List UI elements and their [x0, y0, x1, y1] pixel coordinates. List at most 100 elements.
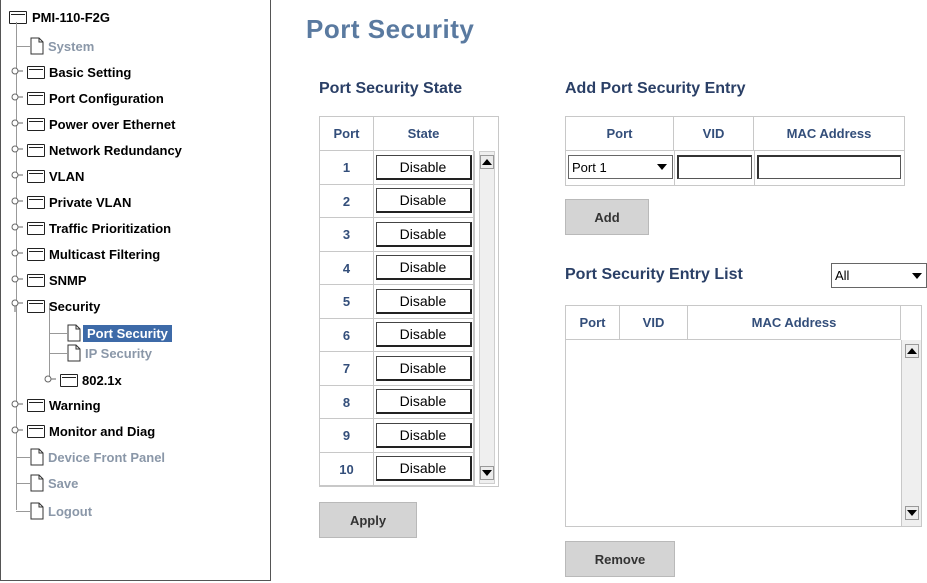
port-state-select[interactable]: Disable — [375, 221, 472, 247]
expand-icon[interactable] — [11, 221, 25, 236]
table-row: 10 Disable — [320, 452, 474, 486]
sidebar-item-monitor-and-diag[interactable]: Monitor and Diag — [11, 421, 155, 441]
expand-icon[interactable] — [11, 273, 25, 288]
expand-icon[interactable] — [11, 424, 25, 439]
expand-icon[interactable] — [11, 143, 25, 158]
chevron-down-icon[interactable] — [652, 156, 672, 178]
add-col-vid-header: VID — [674, 117, 754, 151]
port-state-select[interactable]: Disable — [375, 154, 472, 180]
sidebar-item-label: Multicast Filtering — [49, 246, 161, 262]
expand-icon[interactable] — [11, 117, 25, 132]
sidebar-item-label: Save — [48, 475, 79, 491]
sidebar-item-ip-security[interactable]: IP Security — [49, 343, 152, 363]
expand-icon[interactable] — [11, 91, 25, 106]
sidebar-item-basic-setting[interactable]: Basic Setting — [11, 62, 131, 82]
sidebar-item-security[interactable]: Security — [11, 296, 100, 316]
remove-button[interactable]: Remove — [565, 541, 675, 577]
expand-icon[interactable] — [11, 169, 25, 184]
table-row: 3 Disable — [320, 218, 474, 252]
collapse-icon[interactable] — [11, 298, 25, 315]
folder-icon — [27, 91, 45, 105]
sidebar-item-label: Private VLAN — [49, 194, 132, 210]
state-scrollbar[interactable] — [474, 151, 498, 486]
page-icon — [30, 448, 44, 466]
port-state-select[interactable]: Disable — [375, 288, 472, 314]
scroll-down-icon[interactable] — [905, 506, 919, 520]
table-row: 1 Disable — [320, 151, 474, 185]
port-select[interactable]: Port 1 — [568, 155, 673, 179]
port-number: 4 — [320, 251, 374, 285]
table-row: 7 Disable — [320, 352, 474, 386]
port-number: 8 — [320, 385, 374, 419]
col-port-header: Port — [320, 117, 374, 151]
port-state-select[interactable]: Disable — [375, 422, 472, 448]
add-button[interactable]: Add — [565, 199, 649, 235]
page-icon — [30, 502, 44, 520]
scroll-up-icon[interactable] — [480, 155, 494, 169]
sidebar-item-multicast-filtering[interactable]: Multicast Filtering — [11, 244, 160, 264]
port-state-select[interactable]: Disable — [375, 188, 472, 214]
sidebar-item-802-1x[interactable]: 802.1x — [44, 370, 122, 390]
col-state-header: State — [374, 117, 474, 151]
expand-icon[interactable] — [11, 65, 25, 80]
sidebar-item-logout[interactable]: Logout — [16, 501, 92, 521]
mac-address-input[interactable] — [757, 155, 901, 179]
port-state-select[interactable]: Disable — [375, 255, 472, 281]
entry-list-scrollbar[interactable] — [901, 340, 921, 526]
sidebar-item-label: IP Security — [85, 345, 152, 361]
sidebar-item-private-vlan[interactable]: Private VLAN — [11, 192, 131, 212]
folder-icon — [27, 299, 45, 313]
expand-icon[interactable] — [11, 247, 25, 262]
sidebar-item-vlan[interactable]: VLAN — [11, 166, 84, 186]
apply-button[interactable]: Apply — [319, 502, 417, 538]
port-number: 3 — [320, 218, 374, 252]
sidebar-item-label: Basic Setting — [49, 64, 132, 80]
sidebar-item-traffic-prioritization[interactable]: Traffic Prioritization — [11, 218, 171, 238]
state-scrollbar-track[interactable] — [479, 151, 495, 484]
add-entry-heading: Add Port Security Entry — [565, 80, 746, 97]
table-row: 9 Disable — [320, 419, 474, 453]
port-state-table: Port State 1 Disable 2 Disable 3 Disable 4 Disa… — [319, 116, 499, 487]
entry-filter-select[interactable]: All — [831, 263, 927, 288]
sidebar-item-label: SNMP — [49, 272, 87, 288]
entry-list-body[interactable] — [566, 340, 901, 526]
page-icon — [30, 474, 44, 492]
port-number: 2 — [320, 184, 374, 218]
tree-root[interactable]: PMI-110-F2G — [9, 7, 110, 27]
sidebar-item-port-security[interactable]: Port Security — [49, 323, 172, 343]
folder-icon — [27, 195, 45, 209]
sidebar-item-label: Logout — [48, 503, 93, 519]
sidebar-item-warning[interactable]: Warning — [11, 395, 101, 415]
folder-icon — [27, 398, 45, 412]
scroll-up-icon[interactable] — [905, 344, 919, 358]
folder-icon — [27, 65, 45, 79]
navigation-tree: PMI-110-F2G System Basic Setting Port Confi… — [0, 0, 271, 581]
table-row: 4 Disable — [320, 251, 474, 285]
port-state-select[interactable]: Disable — [375, 322, 472, 348]
list-col-mac-header: MAC Address — [688, 306, 901, 340]
table-row: 5 Disable — [320, 285, 474, 319]
sidebar-item-network-redundancy[interactable]: Network Redundancy — [11, 140, 182, 160]
port-security-state-heading: Port Security State — [319, 80, 463, 97]
sidebar-item-label: Device Front Panel — [48, 449, 166, 465]
sidebar-item-power-over-ethernet[interactable]: Power over Ethernet — [11, 114, 175, 134]
vid-input[interactable] — [677, 155, 752, 179]
folder-icon — [27, 221, 45, 235]
expand-icon[interactable] — [44, 373, 58, 388]
sidebar-item-snmp[interactable]: SNMP — [11, 270, 87, 290]
port-state-select[interactable]: Disable — [375, 456, 472, 482]
chevron-down-icon[interactable] — [908, 264, 926, 287]
page-icon — [30, 37, 44, 55]
sidebar-item-label: VLAN — [49, 168, 85, 184]
page-title: Port Security — [306, 14, 475, 44]
expand-icon[interactable] — [11, 398, 25, 413]
sidebar-item-device-front-panel[interactable]: Device Front Panel — [16, 447, 165, 467]
sidebar-item-save[interactable]: Save — [16, 473, 78, 493]
expand-icon[interactable] — [11, 195, 25, 210]
sidebar-item-port-configuration[interactable]: Port Configuration — [11, 88, 164, 108]
scroll-down-icon[interactable] — [480, 466, 494, 480]
port-state-select[interactable]: Disable — [375, 389, 472, 415]
sidebar-item-system[interactable]: System — [16, 36, 94, 56]
port-state-select[interactable]: Disable — [375, 355, 472, 381]
port-number: 9 — [320, 419, 374, 453]
